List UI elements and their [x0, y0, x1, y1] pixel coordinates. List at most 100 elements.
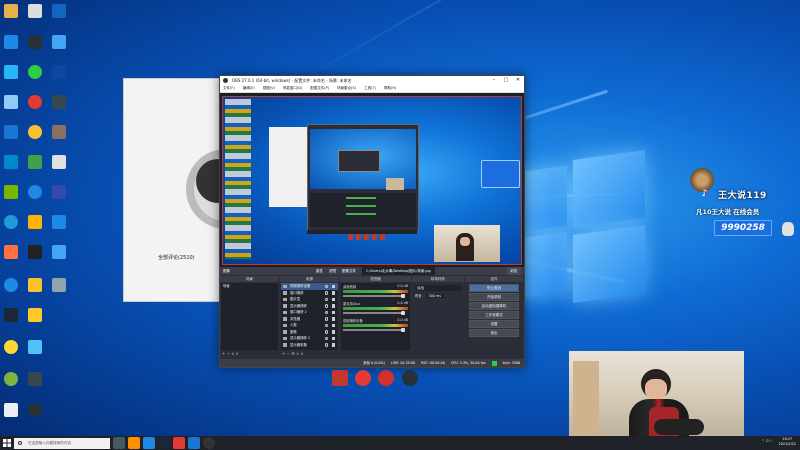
- down-icon[interactable]: ∨: [300, 351, 303, 356]
- menu-edit[interactable]: 编辑(E): [243, 85, 255, 92]
- obs-titlebar[interactable]: OBS 27.0.1 (64-bit, windows) - 配置文件: 未命名…: [220, 76, 524, 85]
- obs-window[interactable]: OBS 27.0.1 (64-bit, windows) - 配置文件: 未命名…: [219, 75, 525, 368]
- app-shortcut-icon[interactable]: [4, 4, 18, 18]
- lock-icon[interactable]: [332, 343, 335, 347]
- eye-icon[interactable]: [324, 291, 328, 295]
- up-icon[interactable]: ∧: [296, 351, 299, 356]
- lock-icon[interactable]: [332, 336, 335, 340]
- app-shortcut-icon[interactable]: [52, 95, 66, 109]
- volume-slider[interactable]: [343, 327, 405, 332]
- sources-list[interactable]: 视频捕获设备 窗口捕获 图片层 显示器捕获 窗口捕获 2 浏览器 人数 图像 显…: [281, 283, 338, 350]
- app-taskbar-icon[interactable]: [128, 437, 140, 449]
- app-shortcut-icon[interactable]: [52, 185, 66, 199]
- app-shortcut-icon[interactable]: [355, 370, 371, 386]
- app-taskbar-icon[interactable]: [143, 437, 155, 449]
- eye-icon[interactable]: [324, 297, 328, 301]
- eye-icon[interactable]: [324, 323, 328, 327]
- lock-icon[interactable]: [332, 317, 335, 321]
- eye-icon[interactable]: [324, 310, 328, 314]
- filters-button[interactable]: 滤镜: [329, 267, 336, 275]
- system-tray[interactable]: ^ ⊡ ♪: [762, 439, 772, 443]
- taskview-icon[interactable]: [113, 437, 125, 449]
- lock-icon[interactable]: [332, 304, 335, 308]
- edge-icon[interactable]: [4, 215, 18, 229]
- start-button[interactable]: [0, 436, 14, 450]
- studio-mode-button[interactable]: 工作室模式: [469, 311, 519, 319]
- lock-icon[interactable]: [332, 330, 335, 334]
- volume-slider[interactable]: [343, 310, 405, 315]
- eye-icon[interactable]: [324, 336, 328, 340]
- remove-icon[interactable]: −: [227, 351, 230, 356]
- menu-view[interactable]: 视图(V): [263, 85, 275, 92]
- taskbar-clock[interactable]: 16:27 2021/1/21: [779, 437, 796, 447]
- menu-file[interactable]: 文件(F): [223, 85, 235, 92]
- app-taskbar-icon[interactable]: [173, 437, 185, 449]
- app-shortcut-icon[interactable]: [4, 95, 18, 109]
- qq-icon[interactable]: [4, 278, 18, 292]
- app-shortcut-icon[interactable]: [28, 340, 42, 354]
- app-shortcut-icon[interactable]: [28, 125, 42, 139]
- app-taskbar-icon[interactable]: [188, 437, 200, 449]
- obs-taskbar-icon[interactable]: [203, 437, 215, 449]
- wechat-icon[interactable]: [28, 65, 42, 79]
- lock-icon[interactable]: [332, 310, 335, 314]
- app-shortcut-icon[interactable]: [52, 278, 66, 292]
- add-icon[interactable]: +: [222, 351, 225, 356]
- properties-button[interactable]: 属性: [316, 267, 323, 275]
- lock-icon[interactable]: [332, 323, 335, 327]
- netease-music-icon[interactable]: [378, 370, 394, 386]
- nvidia-icon[interactable]: [4, 185, 18, 199]
- app-shortcut-icon[interactable]: [52, 4, 66, 18]
- transition-select[interactable]: 淡出: [415, 285, 461, 291]
- lock-icon[interactable]: [332, 297, 335, 301]
- add-icon[interactable]: +: [282, 351, 285, 356]
- app-shortcut-icon[interactable]: [4, 245, 18, 259]
- taskbar-search-input[interactable]: 在这里输入你要搜索的内容: [14, 437, 110, 449]
- stop-streaming-button[interactable]: 停止推流: [469, 284, 519, 292]
- menu-scene-collection[interactable]: 场景集合(S): [337, 85, 356, 92]
- app-shortcut-icon[interactable]: [402, 370, 418, 386]
- app-shortcut-icon[interactable]: [4, 65, 18, 79]
- steam-icon[interactable]: [4, 308, 18, 322]
- app-shortcut-icon[interactable]: [4, 340, 18, 354]
- app-shortcut-icon[interactable]: [332, 370, 348, 386]
- app-shortcut-icon[interactable]: [4, 35, 18, 49]
- scenes-list[interactable]: 场景: [221, 283, 278, 350]
- menu-profile[interactable]: 配置文件(P): [310, 85, 329, 92]
- app-shortcut-icon[interactable]: [28, 372, 42, 386]
- source-item[interactable]: 显示器采集: [281, 342, 338, 349]
- app-shortcut-icon[interactable]: [52, 245, 66, 259]
- eye-icon[interactable]: [324, 317, 328, 321]
- volume-slider[interactable]: [343, 293, 405, 298]
- up-icon[interactable]: ∧: [231, 351, 234, 356]
- app-shortcut-icon[interactable]: [4, 125, 18, 139]
- app-shortcut-icon[interactable]: [28, 95, 42, 109]
- duration-input[interactable]: 300 ms: [425, 294, 444, 298]
- app-shortcut-icon[interactable]: [52, 215, 66, 229]
- app-shortcut-icon[interactable]: [28, 4, 42, 18]
- lock-icon[interactable]: [332, 291, 335, 295]
- steam-taskbar-icon[interactable]: [158, 437, 170, 449]
- app-shortcut-icon[interactable]: [52, 65, 66, 79]
- app-shortcut-icon[interactable]: [52, 35, 66, 49]
- app-shortcut-icon[interactable]: [52, 125, 66, 139]
- obs-preview-area[interactable]: [220, 93, 524, 267]
- app-shortcut-icon[interactable]: [28, 245, 42, 259]
- eye-icon[interactable]: [324, 330, 328, 334]
- app-shortcut-icon[interactable]: [28, 215, 42, 229]
- gear-icon[interactable]: ⚙: [291, 351, 295, 356]
- down-icon[interactable]: ∨: [236, 351, 239, 356]
- close-icon[interactable]: ✕: [512, 76, 524, 85]
- minimize-icon[interactable]: –: [488, 76, 500, 85]
- app-shortcut-icon[interactable]: [28, 278, 42, 292]
- eye-icon[interactable]: [324, 304, 328, 308]
- virtual-camera-button[interactable]: 启动虚拟摄像机: [469, 302, 519, 310]
- obs-preview-canvas[interactable]: [222, 96, 522, 265]
- menu-help[interactable]: 帮助(H): [384, 85, 396, 92]
- remove-icon[interactable]: −: [287, 351, 290, 356]
- image-file-path[interactable]: C:/Users/北大毒/Desktop/图片/背景.jpg: [362, 267, 435, 275]
- app-shortcut-icon[interactable]: [28, 155, 42, 169]
- lock-icon[interactable]: [332, 284, 335, 288]
- menu-docks[interactable]: 停靠窗口(D): [283, 85, 302, 92]
- settings-button[interactable]: 设置: [469, 320, 519, 328]
